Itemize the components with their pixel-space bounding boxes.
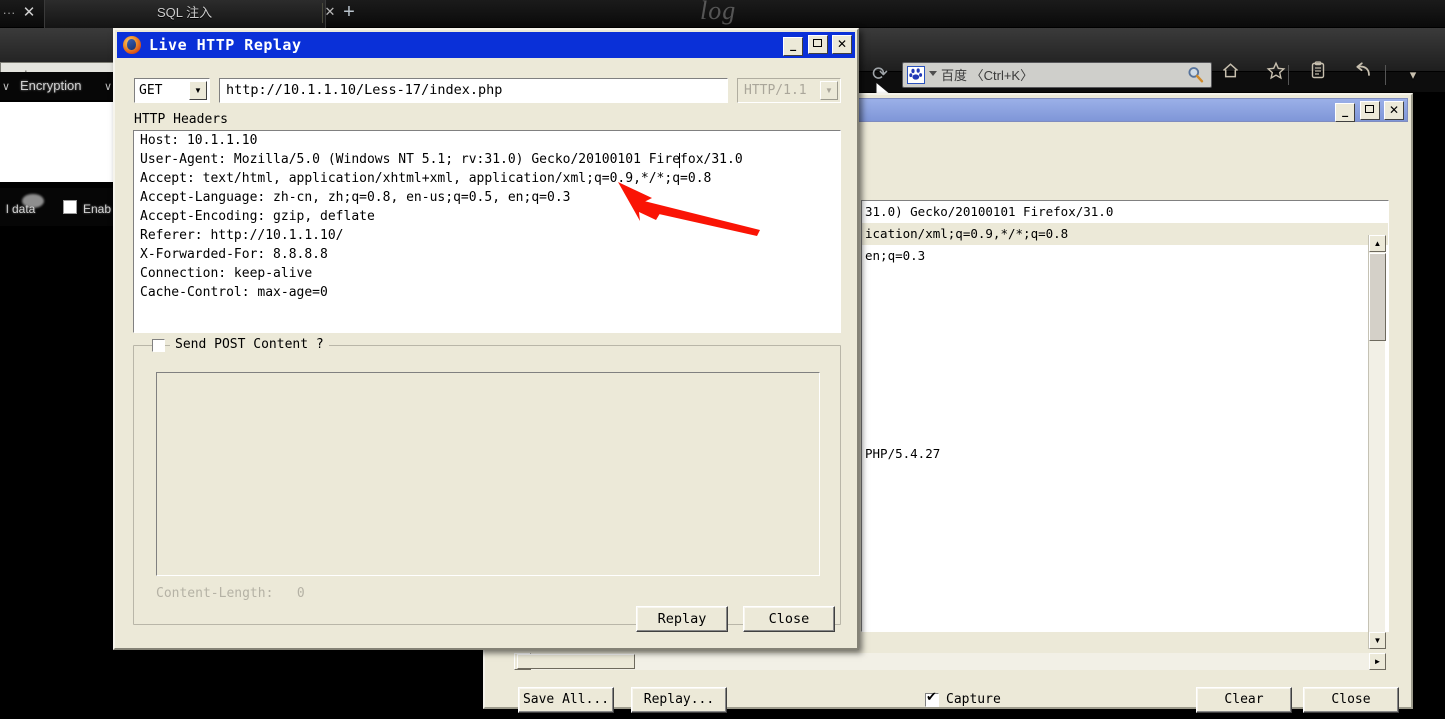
dialog-close-button[interactable]: ✕ [832, 35, 852, 54]
bookmark-star-icon[interactable] [1261, 61, 1291, 89]
capture-checkbox[interactable] [925, 690, 939, 707]
capture-list-row[interactable]: 31.0) Gecko/20100101 Firefox/31.0 [862, 201, 1388, 223]
page-strip-checkbox[interactable] [63, 200, 77, 214]
screen: ··· ✕ SQL 注入 ✕ + x.php ⟳ [0, 0, 1445, 719]
send-post-content-label: Send POST Content ? [170, 336, 329, 354]
scroll-down-button[interactable]: ▼ [1369, 632, 1386, 649]
tab-title: SQL 注入 [157, 5, 213, 20]
send-post-content-checkbox[interactable] [152, 339, 165, 352]
save-all-button[interactable]: Save All... [518, 687, 614, 713]
tab-overflow-dots-icon[interactable]: ··· [0, 3, 18, 23]
dialog-titlebar[interactable]: Live HTTP Replay _ ✕ [117, 32, 855, 58]
capture-list-row[interactable] [862, 355, 1388, 377]
capture-list-row[interactable] [862, 399, 1388, 421]
new-tab-button[interactable]: + [336, 0, 362, 26]
scroll-up-button[interactable]: ▲ [1369, 235, 1386, 252]
vertical-scroll-thumb[interactable] [1369, 253, 1386, 341]
http-method-value: GET [139, 83, 163, 98]
capture-list-row[interactable] [862, 289, 1388, 311]
previous-tab-close-icon[interactable]: ✕ [18, 2, 40, 24]
page-strip-label: l data [6, 202, 36, 216]
background-close-button[interactable]: ✕ [1384, 101, 1404, 120]
capture-list-row[interactable]: PHP/5.4.27 [862, 443, 1388, 465]
capture-list-row[interactable]: ication/xml;q=0.9,*/*;q=0.8 [862, 223, 1388, 245]
http-header-line: Host: 10.1.1.10 [140, 133, 258, 148]
horizontal-scroll-thumb[interactable] [517, 654, 635, 669]
capture-list-row[interactable]: en;q=0.3 [862, 245, 1388, 267]
page-strip-label-2: Enab [83, 202, 112, 216]
http-header-line: X-Forwarded-For: 8.8.8.8 [140, 247, 328, 262]
dialog-title: Live HTTP Replay [149, 36, 302, 54]
post-content-group: Content-Length: 0 [133, 345, 841, 625]
http-version-select: HTTP/1.1 ▼ [737, 78, 841, 103]
http-header-line: Cache-Control: max-age=0 [140, 285, 328, 300]
http-header-line: Accept: text/html, application/xhtml+xml… [140, 171, 712, 186]
background-close-text-button[interactable]: Close [1303, 687, 1399, 713]
capture-list-row[interactable] [862, 311, 1388, 333]
page-white-panel [0, 102, 118, 182]
background-vertical-scrollbar[interactable]: ▲ ▼ [1368, 235, 1386, 649]
text-caret [679, 153, 680, 168]
clear-button[interactable]: Clear [1196, 687, 1292, 713]
http-header-line: User-Agent: Mozilla/5.0 (Windows NT 5.1;… [140, 152, 743, 167]
capture-list-row[interactable] [862, 267, 1388, 289]
post-content-textarea[interactable] [156, 372, 820, 576]
live-http-replay-dialog: Live HTTP Replay _ ✕ GET ▼ http://10.1.1… [113, 28, 859, 650]
dialog-close-text-button[interactable]: Close [743, 606, 835, 632]
page-watermark: log [700, 0, 737, 25]
request-url-input[interactable]: http://10.1.1.10/Less-17/index.php [219, 78, 728, 103]
http-header-line: Referer: http://10.1.1.10/ [140, 228, 344, 243]
http-header-line: Accept-Language: zh-cn, zh;q=0.8, en-us;… [140, 190, 571, 205]
background-window-controls: _ ✕ [1335, 101, 1404, 122]
version-chevron-down-icon: ▼ [820, 81, 838, 100]
http-headers-textarea[interactable]: Host: 10.1.1.10 User-Agent: Mozilla/5.0 (… [133, 130, 841, 333]
dialog-replay-button[interactable]: Replay [636, 606, 728, 632]
nav-divider [1288, 65, 1289, 85]
http-header-line: Accept-Encoding: gzip, deflate [140, 209, 375, 224]
headers-capture-list[interactable]: 31.0) Gecko/20100101 Firefox/31.0 ication… [861, 200, 1389, 632]
chevron-down-icon[interactable]: ▾ [1398, 61, 1428, 89]
dialog-minimize-button[interactable]: _ [783, 37, 804, 56]
search-engine-chevron-down-icon[interactable] [929, 71, 937, 76]
scroll-right-button[interactable]: ► [1369, 653, 1386, 670]
capture-list-row[interactable] [862, 465, 1388, 487]
capture-list-row[interactable] [862, 333, 1388, 355]
firefox-icon [123, 36, 141, 54]
nav-divider-2 [1385, 65, 1386, 85]
toolbar-caret-left-icon[interactable]: ∨ [2, 80, 10, 93]
encryption-menu-item[interactable]: Encryption [20, 72, 81, 100]
http-method-select[interactable]: GET ▼ [134, 78, 210, 103]
background-horizontal-scrollbar[interactable]: ◄ ► [514, 653, 1386, 670]
baidu-paw-icon[interactable] [907, 66, 925, 84]
search-magnifier-icon[interactable] [1185, 66, 1205, 86]
history-back-icon[interactable] [1348, 61, 1378, 89]
http-headers-label: HTTP Headers [134, 112, 228, 127]
toolbar-caret-right-icon[interactable]: ∨ [104, 80, 112, 93]
browser-tab-active[interactable]: SQL 注入 ✕ [44, 0, 335, 28]
capture-list-row[interactable] [862, 421, 1388, 443]
http-header-line: Connection: keep-alive [140, 266, 313, 281]
search-placeholder: 百度 〈Ctrl+K〉 [941, 68, 1034, 83]
capture-list-row[interactable] [862, 377, 1388, 399]
method-chevron-down-icon[interactable]: ▼ [189, 81, 207, 100]
background-minimize-button[interactable]: _ [1335, 103, 1356, 122]
background-maximize-button[interactable] [1359, 101, 1380, 120]
reader-view-icon[interactable] [1303, 61, 1333, 89]
dialog-maximize-button[interactable] [807, 35, 828, 54]
background-window-toolbar: Save All... Replay... Capture Clear Clos… [493, 677, 1411, 719]
http-version-value: HTTP/1.1 [744, 83, 807, 98]
home-icon[interactable] [1215, 61, 1245, 89]
background-replay-button[interactable]: Replay... [631, 687, 727, 713]
search-bar[interactable]: 百度 〈Ctrl+K〉 [902, 62, 1212, 88]
content-length-label: Content-Length: 0 [156, 586, 305, 601]
tab-separator [322, 3, 323, 23]
capture-label: Capture [946, 692, 1001, 707]
dialog-window-controls: _ ✕ [783, 35, 852, 56]
